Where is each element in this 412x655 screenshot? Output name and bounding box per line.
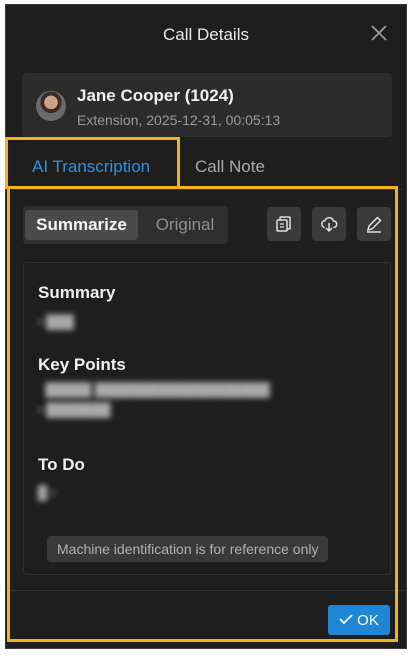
highlight-tab-outline (5, 137, 180, 189)
caller-details: Extension, 2025-12-31, 00:05:13 (77, 112, 281, 128)
highlight-content-outline (7, 186, 398, 642)
caller-card: Jane Cooper (1024) Extension, 2025-12-31… (22, 73, 392, 137)
caller-name: Jane Cooper (1024) (77, 86, 234, 105)
avatar (36, 91, 66, 121)
close-icon[interactable] (370, 24, 388, 42)
dialog-title: Call Details (163, 25, 249, 44)
tab-call-note[interactable]: Call Note (195, 157, 265, 177)
